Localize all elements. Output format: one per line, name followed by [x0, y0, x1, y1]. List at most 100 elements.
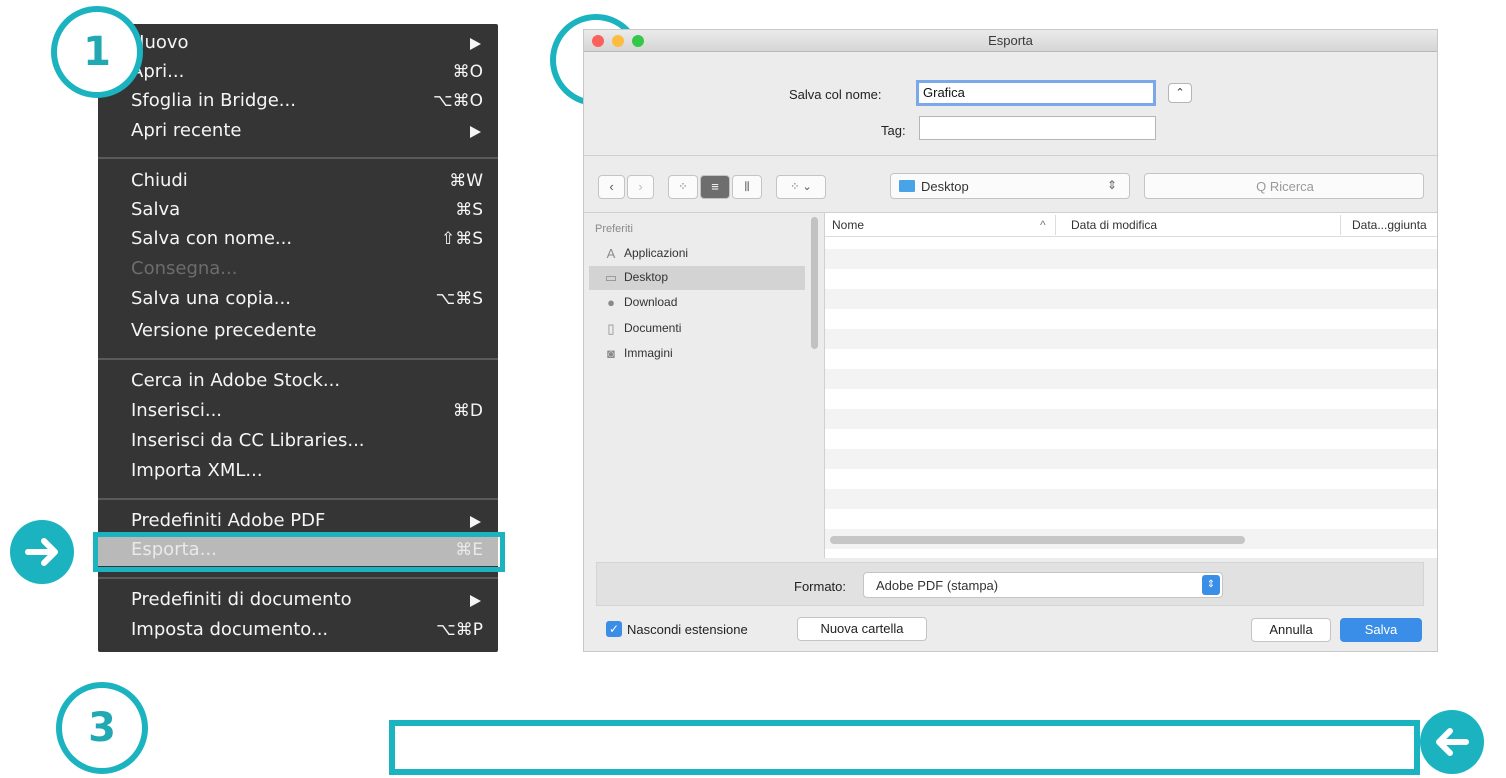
sidebar-item-immagini[interactable]: ◙ Immagini: [589, 342, 805, 366]
updown-icon: ⇕: [1106, 178, 1117, 192]
list-row: [825, 369, 1437, 389]
sidebar-item-label: Download: [624, 295, 678, 309]
sidebar-item-applicazioni[interactable]: A Applicazioni: [589, 242, 805, 266]
file-list: Nome ^ Data di modifica Data...ggiunta: [825, 213, 1437, 558]
menu-separator: [98, 157, 498, 159]
step-1-circle: 1: [51, 6, 143, 98]
menu-item-inserisci[interactable]: Inserisci... ⌘D: [98, 398, 498, 427]
menu-item-shortcut: ⌘D: [452, 401, 483, 421]
menu-separator: [98, 358, 498, 360]
save-as-label: Salva col nome:: [789, 87, 882, 102]
submenu-arrow-icon: [470, 126, 481, 138]
cancel-button[interactable]: Annulla: [1251, 618, 1331, 642]
menu-item-label: Consegna...: [131, 258, 238, 279]
sidebar-scrollbar[interactable]: [811, 217, 818, 349]
menu-item-shortcut: ⌥⌘P: [436, 620, 483, 640]
menu-item-label: Importa XML...: [131, 460, 263, 481]
applications-icon: A: [606, 246, 616, 261]
sidebar-item-label: Documenti: [624, 321, 682, 335]
menu-item-nuovo[interactable]: Nuovo: [98, 30, 498, 59]
menu-item-label: Imposta documento...: [131, 619, 329, 640]
new-folder-button[interactable]: Nuova cartella: [797, 617, 927, 641]
back-button[interactable]: ‹: [598, 175, 625, 199]
search-placeholder: Q Ricerca: [1256, 179, 1314, 194]
save-as-input[interactable]: Grafica: [916, 80, 1156, 106]
search-field[interactable]: Q Ricerca: [1144, 173, 1424, 199]
menu-item-imposta-documento[interactable]: Imposta documento... ⌥⌘P: [98, 617, 498, 646]
column-view-button[interactable]: ⫼: [732, 175, 762, 199]
hide-extension-label: Nascondi estensione: [627, 622, 748, 637]
step-3-highlight-bar: [389, 720, 1420, 775]
menu-item-shortcut: ⌘O: [452, 62, 483, 82]
updown-icon: ⇕: [1202, 575, 1220, 595]
menu-item-label: Cerca in Adobe Stock...: [131, 370, 341, 391]
format-select[interactable]: Adobe PDF (stampa) ⇕: [863, 572, 1223, 598]
menu-item-label: Salva con nome...: [131, 228, 293, 249]
list-row: [825, 289, 1437, 309]
sidebar-heading: Preferiti: [595, 223, 633, 235]
column-divider: [1055, 215, 1056, 235]
menu-item-salva-una-copia[interactable]: Salva una copia... ⌥⌘S: [98, 286, 498, 315]
list-row: [825, 409, 1437, 429]
menu-item-shortcut: ⌘S: [455, 200, 483, 220]
pictures-icon: ◙: [607, 346, 615, 361]
menu-item-label: Apri recente: [131, 120, 242, 141]
sidebar-item-documenti[interactable]: ▯ Documenti: [589, 317, 805, 341]
sidebar-item-label: Immagini: [624, 346, 673, 360]
desktop-icon: ▭: [604, 270, 618, 285]
location-popup[interactable]: Desktop ⇕: [890, 173, 1130, 199]
menu-item-label: Sfoglia in Bridge...: [131, 90, 296, 111]
menu-item-label: Predefiniti di documento: [131, 589, 352, 610]
format-label: Formato:: [794, 579, 847, 594]
menu-item-label: Predefiniti Adobe PDF: [131, 510, 326, 531]
icon-view-button[interactable]: ⁘: [668, 175, 698, 199]
arrow-right-icon: [10, 520, 74, 584]
menu-item-versione-precedente[interactable]: Versione precedente: [98, 318, 498, 347]
sort-ascending-icon: ^: [1040, 218, 1046, 232]
expand-dialog-button[interactable]: ⌃: [1168, 83, 1192, 103]
hide-extension-checkbox[interactable]: ✓: [606, 621, 622, 637]
column-modified-header[interactable]: Data di modifica: [1071, 218, 1157, 232]
list-row: [825, 249, 1437, 269]
group-view-button[interactable]: ⁘ ⌄: [776, 175, 826, 199]
menu-item-label: Inserisci da CC Libraries...: [131, 430, 365, 451]
menu-item-consegna: Consegna...: [98, 256, 498, 285]
step-number: 1: [83, 29, 111, 75]
column-name-header[interactable]: Nome: [832, 218, 864, 232]
sidebar-item-download[interactable]: ● Download: [589, 291, 805, 315]
forward-button[interactable]: ›: [627, 175, 654, 199]
sidebar-item-label: Applicazioni: [624, 246, 689, 260]
menu-separator: [98, 498, 498, 500]
export-dialog: Esporta Salva col nome: Grafica ⌃ Tag: ‹…: [583, 29, 1438, 652]
sidebar-item-label: Desktop: [624, 270, 669, 284]
menu-item-cerca-in-adobe-stock[interactable]: Cerca in Adobe Stock...: [98, 368, 498, 397]
menu-item-chiudi[interactable]: Chiudi ⌘W: [98, 168, 498, 197]
column-added-header[interactable]: Data...ggiunta: [1352, 218, 1427, 232]
menu-item-label: Salva: [131, 199, 181, 220]
menu-item-sfoglia-in-bridge[interactable]: Sfoglia in Bridge... ⌥⌘O: [98, 88, 498, 117]
horizontal-scrollbar[interactable]: [830, 536, 1245, 544]
menu-item-apri-recente[interactable]: Apri recente: [98, 118, 498, 147]
menu-item-salva-con-nome[interactable]: Salva con nome... ⇧⌘S: [98, 226, 498, 255]
dialog-title: Esporta: [988, 33, 1033, 48]
menu-item-apri[interactable]: Apri... ⌘O: [98, 59, 498, 88]
download-icon: ●: [607, 295, 615, 310]
tag-label: Tag:: [881, 123, 906, 138]
location-label: Desktop: [921, 179, 969, 194]
menu-item-predefiniti-di-documento[interactable]: Predefiniti di documento: [98, 587, 498, 616]
file-list-header: Nome ^ Data di modifica Data...ggiunta: [825, 213, 1437, 237]
submenu-arrow-icon: [470, 38, 481, 50]
tag-input[interactable]: [919, 116, 1156, 140]
menu-item-importa-xml[interactable]: Importa XML...: [98, 458, 498, 487]
step-number: 3: [88, 705, 116, 751]
sidebar-item-desktop[interactable]: ▭ Desktop: [589, 266, 805, 290]
list-view-button[interactable]: ≡: [700, 175, 730, 199]
menu-item-shortcut: ⌘W: [449, 171, 483, 191]
list-row: [825, 489, 1437, 509]
divider: [584, 155, 1437, 156]
menu-item-salva[interactable]: Salva ⌘S: [98, 197, 498, 226]
save-button[interactable]: Salva: [1340, 618, 1422, 642]
submenu-arrow-icon: [470, 595, 481, 607]
menu-item-inserisci-da-cc-libraries[interactable]: Inserisci da CC Libraries...: [98, 428, 498, 457]
menu-item-shortcut: ⌥⌘S: [435, 289, 483, 309]
